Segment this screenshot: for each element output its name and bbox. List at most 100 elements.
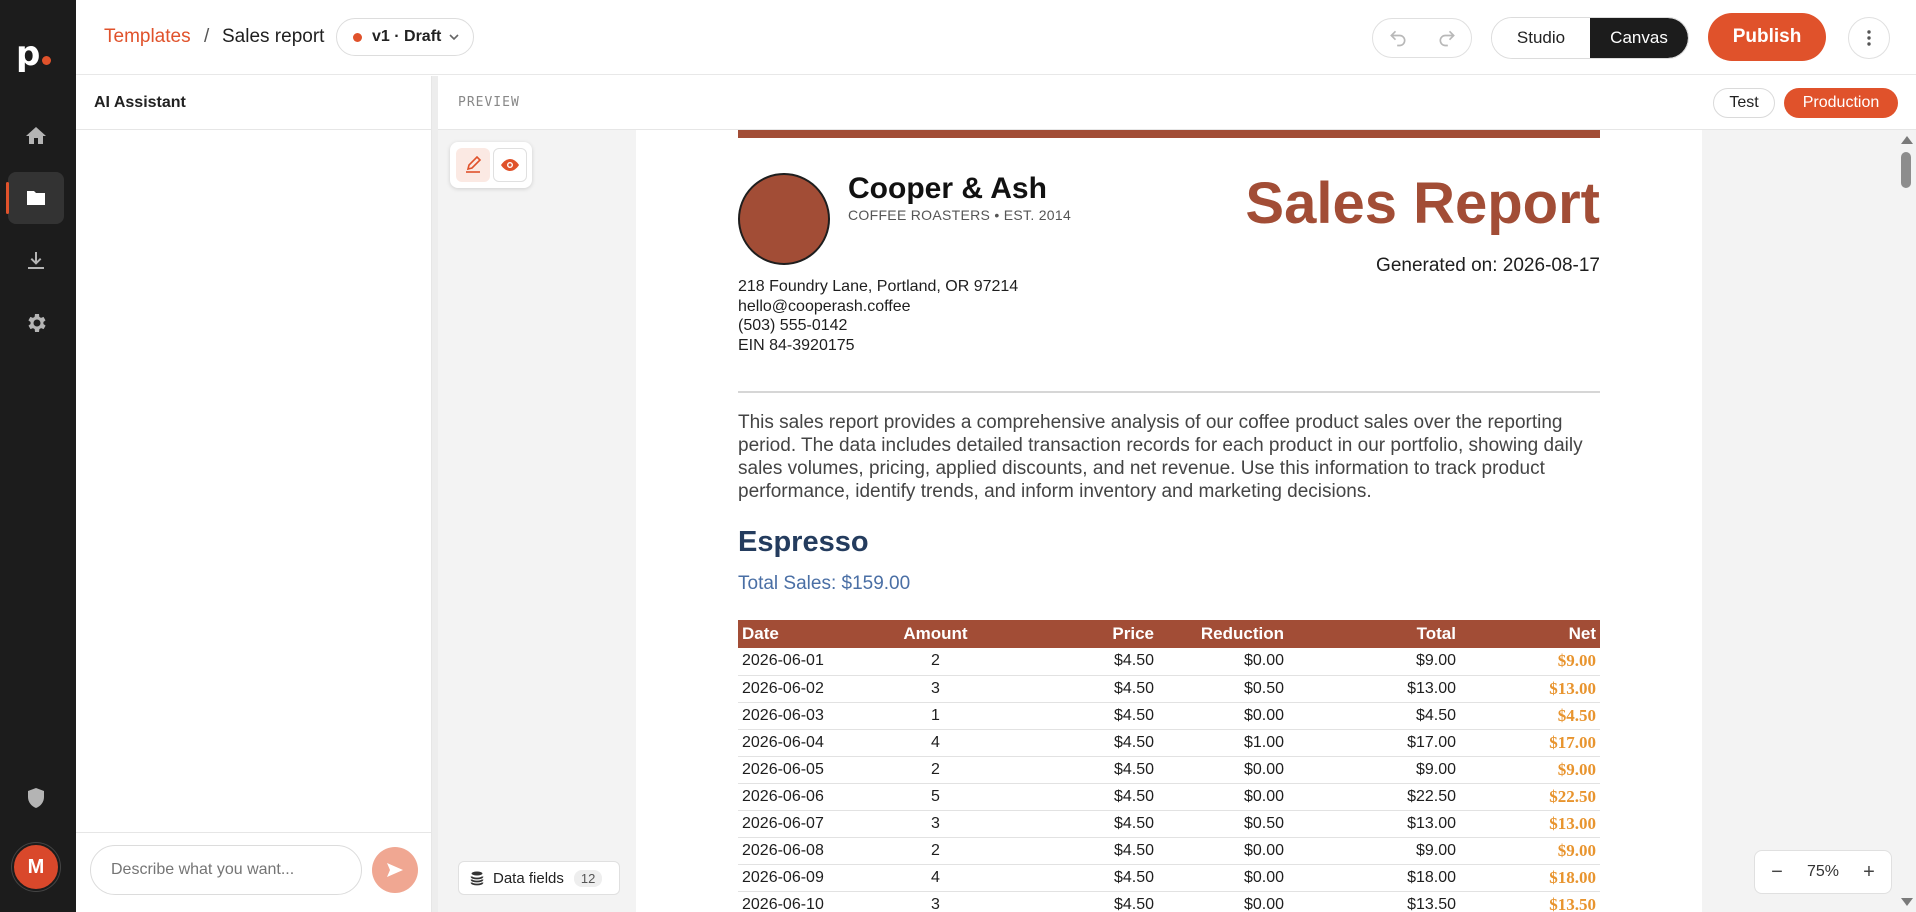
nav-downloads-button[interactable] (8, 235, 64, 287)
cell-price: $4.50 (983, 864, 1158, 892)
cell-net: $9.00 (1460, 756, 1600, 784)
history-controls (1372, 18, 1472, 58)
send-icon (387, 863, 403, 877)
column-header-total: Total (1288, 620, 1460, 648)
more-menu-button[interactable] (1848, 17, 1890, 59)
cell-price: $4.50 (983, 729, 1158, 757)
mode-canvas-button[interactable]: Canvas (1590, 18, 1688, 58)
ai-composer (76, 832, 432, 912)
zoom-control: − 75% + (1754, 850, 1892, 894)
document-page: Cooper & Ash COFFEE ROASTERS • EST. 2014… (636, 130, 1702, 912)
cell-price: $4.50 (983, 891, 1158, 912)
version-dropdown[interactable]: v1 · Draft (336, 18, 474, 56)
breadcrumb-templates-link[interactable]: Templates (104, 26, 191, 48)
env-test-button[interactable]: Test (1713, 88, 1775, 118)
cell-date: 2026-06-05 (738, 756, 888, 784)
app-logo[interactable]: p (16, 36, 60, 72)
cell-net: $13.00 (1460, 675, 1600, 703)
nav-rail: p M (0, 0, 76, 912)
nav-settings-button[interactable] (8, 297, 64, 349)
preview-header: PREVIEW Test Production (438, 76, 1916, 130)
cell-date: 2026-06-09 (738, 864, 888, 892)
data-fields-count-badge: 12 (573, 869, 603, 887)
preview-mode-button[interactable] (492, 148, 527, 182)
company-name: Cooper & Ash (848, 172, 1047, 205)
table-row: 2026-06-03 1 $4.50 $0.00 $4.50 $4.50 (738, 702, 1600, 730)
cell-reduction: $0.00 (1158, 648, 1288, 676)
email-line: hello@cooperash.coffee (738, 297, 911, 315)
cell-date: 2026-06-06 (738, 783, 888, 811)
scroll-up-arrow[interactable] (1901, 136, 1913, 144)
company-logo (738, 173, 830, 265)
mode-toggle: Studio Canvas (1491, 17, 1689, 59)
ai-prompt-input[interactable] (90, 845, 362, 895)
table-header-row: Date Amount Price Reduction Total Net (738, 620, 1600, 648)
cell-amount: 3 (888, 810, 983, 838)
table-row: 2026-06-10 3 $4.50 $0.00 $13.50 $13.50 (738, 891, 1600, 912)
preview-scrollbar[interactable] (1896, 130, 1916, 912)
cell-amount: 2 (888, 648, 983, 676)
cell-total: $9.00 (1288, 648, 1460, 676)
scroll-down-arrow[interactable] (1901, 898, 1913, 906)
table-row: 2026-06-02 3 $4.50 $0.50 $13.00 $13.00 (738, 675, 1600, 703)
zoom-out-button[interactable]: − (1767, 861, 1787, 884)
nav-home-button[interactable] (8, 110, 64, 162)
nav-templates-button[interactable] (6, 172, 64, 224)
generated-date: Generated on: 2026-08-17 (1376, 255, 1600, 276)
ai-assistant-panel: AI Assistant (76, 76, 432, 912)
cell-total: $17.00 (1288, 729, 1460, 757)
view-mode-toolbar (450, 142, 532, 188)
env-production-button[interactable]: Production (1784, 88, 1898, 118)
pencil-icon (465, 156, 481, 173)
cell-amount: 4 (888, 864, 983, 892)
column-header-date: Date (738, 620, 888, 648)
user-avatar[interactable]: M (12, 843, 60, 891)
mode-studio-button[interactable]: Studio (1492, 18, 1590, 58)
page-top-accent-bar (738, 130, 1600, 138)
cell-amount: 4 (888, 729, 983, 757)
company-contact: 218 Foundry Lane, Portland, OR 97214 hel… (738, 277, 1018, 355)
ai-send-button[interactable] (372, 847, 418, 893)
cell-total: $18.00 (1288, 864, 1460, 892)
cell-reduction: $0.50 (1158, 675, 1288, 703)
sales-table: Date Amount Price Reduction Total Net 20… (738, 620, 1600, 912)
home-icon (26, 127, 46, 144)
cell-price: $4.50 (983, 810, 1158, 838)
table-row: 2026-06-06 5 $4.50 $0.00 $22.50 $22.50 (738, 783, 1600, 811)
address-line: 218 Foundry Lane, Portland, OR 97214 (738, 278, 1019, 295)
cell-amount: 2 (888, 756, 983, 784)
publish-button[interactable]: Publish (1708, 13, 1826, 61)
cell-reduction: $0.00 (1158, 756, 1288, 784)
cell-amount: 5 (888, 783, 983, 811)
redo-button[interactable] (1422, 19, 1471, 57)
cell-reduction: $0.00 (1158, 702, 1288, 730)
cell-amount: 3 (888, 675, 983, 703)
table-row: 2026-06-08 2 $4.50 $0.00 $9.00 $9.00 (738, 837, 1600, 865)
preview-area: PREVIEW Test Production Cooper & Ash COF… (438, 76, 1916, 912)
nav-security-button[interactable] (8, 772, 64, 824)
cell-reduction: $0.00 (1158, 837, 1288, 865)
cell-total: $13.00 (1288, 810, 1460, 838)
cell-price: $4.50 (983, 756, 1158, 784)
product-section-title: Espresso (738, 526, 869, 558)
undo-button[interactable] (1373, 19, 1422, 57)
draft-status-dot (353, 32, 362, 42)
data-fields-label: Data fields (493, 869, 564, 887)
table-row: 2026-06-09 4 $4.50 $0.00 $18.00 $18.00 (738, 864, 1600, 892)
cell-net: $13.50 (1460, 891, 1600, 912)
cell-date: 2026-06-01 (738, 648, 888, 676)
scroll-thumb[interactable] (1901, 152, 1911, 188)
product-total-sales: Total Sales: $159.00 (738, 573, 911, 594)
sales-table-body: 2026-06-01 2 $4.50 $0.00 $9.00 $9.00 2026-06-0… (738, 648, 1600, 912)
cell-date: 2026-06-04 (738, 729, 888, 757)
report-title: Sales Report (1245, 171, 1600, 236)
cell-total: $9.00 (1288, 837, 1460, 865)
cell-net: $13.00 (1460, 810, 1600, 838)
table-row: 2026-06-05 2 $4.50 $0.00 $9.00 $9.00 (738, 756, 1600, 784)
cell-net: $17.00 (1460, 729, 1600, 757)
data-fields-button[interactable]: Data fields 12 (458, 861, 620, 895)
zoom-in-button[interactable]: + (1859, 861, 1879, 884)
intro-paragraph: This sales report provides a comprehensi… (738, 412, 1583, 502)
cell-total: $13.00 (1288, 675, 1460, 703)
edit-mode-button[interactable] (455, 148, 490, 182)
